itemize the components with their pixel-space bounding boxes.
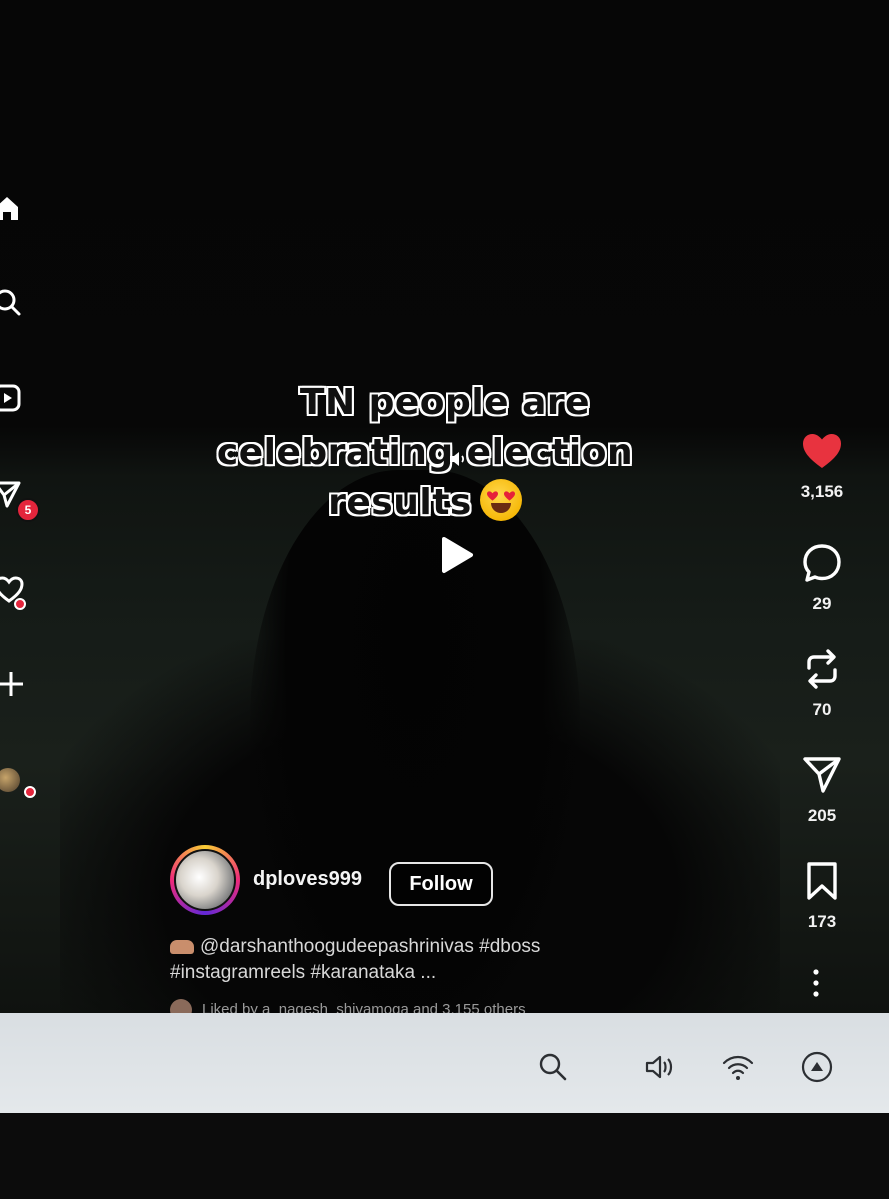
share-icon[interactable] (801, 754, 843, 796)
follow-button[interactable]: Follow (389, 862, 493, 906)
overlay-line-1: TN people are (299, 382, 591, 423)
save-count: 173 (807, 912, 837, 931)
like-count: 3,156 (800, 482, 844, 501)
nav-home[interactable] (0, 186, 40, 230)
comment-count: 29 (812, 594, 832, 613)
notification-dot (14, 598, 26, 610)
profile-avatar (0, 768, 20, 792)
save-action[interactable]: 173 (790, 860, 854, 932)
speaker-icon[interactable] (643, 1050, 677, 1084)
share-action[interactable]: 205 (790, 754, 854, 826)
overlay-line-3: results (328, 482, 472, 523)
hands-emoji-icon (170, 939, 194, 954)
overlay-line-2: celebrating election (216, 432, 634, 473)
comment-action[interactable]: 29 (790, 542, 854, 614)
reels-icon (0, 384, 21, 412)
up-arrow-icon[interactable] (800, 1050, 834, 1084)
messages-badge: 5 (16, 498, 40, 522)
share-count: 205 (807, 806, 837, 825)
bookmark-icon[interactable] (801, 860, 843, 902)
caption-line-2[interactable]: #instagramreels #karanataka ... (170, 962, 436, 983)
search-icon[interactable] (536, 1050, 570, 1084)
repost-count: 70 (812, 700, 832, 719)
reel-viewer: 5 TN people are celebrating election res… (0, 0, 889, 1015)
reel-caption: @darshanthoogudeepashrinivas #dboss #ins… (170, 934, 690, 986)
nav-create[interactable] (0, 662, 40, 706)
nav-reels[interactable] (0, 376, 40, 420)
profile-dot (24, 786, 36, 798)
create-icon (0, 672, 23, 696)
more-options-icon[interactable] (808, 968, 824, 998)
home-icon (0, 197, 18, 220)
nav-messages[interactable]: 5 (0, 472, 40, 522)
nav-profile[interactable] (0, 758, 40, 802)
comment-icon[interactable] (801, 542, 843, 584)
repost-action[interactable]: 70 (790, 648, 854, 720)
search-icon (0, 289, 21, 316)
author-username[interactable]: dploves999 (253, 868, 362, 891)
play-icon[interactable] (440, 536, 474, 574)
story-ring[interactable] (170, 845, 240, 915)
caption-line-1[interactable]: @darshanthoogudeepashrinivas #dboss (200, 936, 540, 957)
system-taskbar (0, 1013, 889, 1113)
nav-search[interactable] (0, 280, 40, 324)
nav-notifications[interactable] (0, 568, 40, 612)
like-heart-icon[interactable] (801, 430, 843, 472)
audio-icon[interactable] (447, 448, 469, 470)
screen-bezel (0, 1113, 889, 1199)
wifi-icon[interactable] (721, 1050, 755, 1084)
author-avatar[interactable] (174, 849, 236, 911)
repost-icon[interactable] (801, 648, 843, 690)
heart-eyes-emoji-icon (479, 479, 522, 521)
like-action[interactable]: 3,156 (790, 430, 854, 502)
